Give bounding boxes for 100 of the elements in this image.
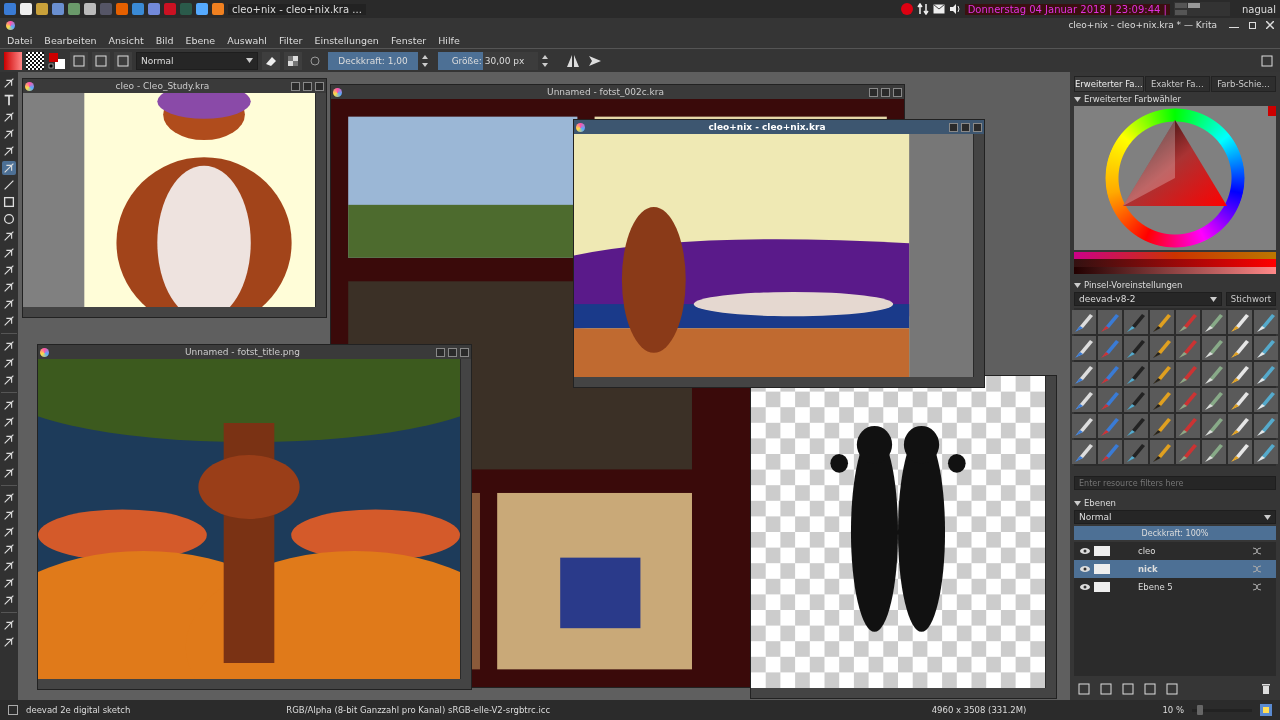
trash-icon[interactable] bbox=[1260, 683, 1272, 695]
menu-item[interactable]: Datei bbox=[3, 34, 37, 46]
tool-icon[interactable] bbox=[2, 466, 16, 480]
brush-preset-icon[interactable] bbox=[1254, 362, 1278, 386]
tool-icon[interactable] bbox=[2, 559, 16, 573]
horizontal-scrollbar[interactable] bbox=[38, 679, 471, 689]
tool-icon[interactable] bbox=[2, 398, 16, 412]
brush-preset-icon[interactable] bbox=[1254, 388, 1278, 412]
docker-tab[interactable]: Erweiterter Fa... bbox=[1074, 76, 1144, 92]
tool-icon[interactable] bbox=[2, 635, 16, 649]
vertical-scrollbar[interactable] bbox=[1045, 376, 1056, 688]
minimize-button[interactable] bbox=[949, 122, 958, 132]
brush-preset-icon[interactable] bbox=[1072, 440, 1096, 464]
tool-icon[interactable] bbox=[2, 508, 16, 522]
eye-icon[interactable] bbox=[1080, 565, 1090, 573]
brush-preset-icon[interactable] bbox=[1072, 388, 1096, 412]
tool-icon[interactable] bbox=[2, 93, 16, 107]
taskbar-app-icon[interactable] bbox=[196, 3, 208, 15]
maximize-button[interactable] bbox=[303, 81, 312, 91]
tool-icon[interactable] bbox=[2, 178, 16, 192]
canvas-thumbnail-icon[interactable] bbox=[1260, 704, 1272, 716]
taskbar-app-icon[interactable] bbox=[52, 3, 64, 15]
brush-preset-icon[interactable] bbox=[1124, 310, 1148, 334]
menu-item[interactable]: Ansicht bbox=[104, 34, 148, 46]
layer-opacity-slider[interactable]: Deckkraft: 100% bbox=[1074, 526, 1276, 540]
maximize-button[interactable] bbox=[961, 122, 970, 132]
brush-preset-icon[interactable] bbox=[1254, 414, 1278, 438]
caret-icon[interactable] bbox=[1074, 500, 1081, 506]
brush-preset-icon[interactable] bbox=[1202, 310, 1226, 334]
caret-icon[interactable] bbox=[1074, 96, 1081, 102]
tool-icon[interactable] bbox=[2, 356, 16, 370]
taskbar-app-icon[interactable] bbox=[148, 3, 160, 15]
minimize-button[interactable] bbox=[869, 87, 878, 97]
eye-icon[interactable] bbox=[1080, 547, 1090, 555]
brush-preset-icon[interactable] bbox=[1254, 310, 1278, 334]
brush-preset-icon[interactable] bbox=[1228, 440, 1252, 464]
checker-icon[interactable] bbox=[284, 51, 302, 70]
tool-icon[interactable] bbox=[2, 229, 16, 243]
brush-preset-icon[interactable] bbox=[1124, 336, 1148, 360]
window-title-bar[interactable]: cleo - Cleo_Study.kra bbox=[23, 79, 326, 93]
spin-arrows-icon[interactable] bbox=[422, 53, 428, 68]
tool-icon[interactable] bbox=[2, 144, 16, 158]
brush-preset-icon[interactable] bbox=[1150, 362, 1174, 386]
brush-preset-icon[interactable] bbox=[1202, 336, 1226, 360]
blend-mode-dropdown[interactable]: Normal bbox=[136, 51, 258, 70]
brush-preset-icon[interactable] bbox=[1072, 414, 1096, 438]
brush-preset-icon[interactable] bbox=[1150, 336, 1174, 360]
layer-row[interactable]: cleo bbox=[1074, 542, 1276, 560]
menu-item[interactable]: Auswahl bbox=[223, 34, 271, 46]
close-icon[interactable] bbox=[1266, 21, 1274, 29]
brush-preset-icon[interactable] bbox=[1072, 310, 1096, 334]
tool-icon[interactable] bbox=[2, 297, 16, 311]
brush-preset-icon[interactable] bbox=[1124, 362, 1148, 386]
caret-icon[interactable] bbox=[1264, 514, 1271, 520]
docker-tab[interactable]: Exakter Fa... bbox=[1144, 76, 1210, 92]
brush-icon[interactable] bbox=[2, 161, 16, 175]
brush-preset-icon[interactable] bbox=[1150, 388, 1174, 412]
tool-icon[interactable] bbox=[2, 373, 16, 387]
tool-icon[interactable] bbox=[2, 576, 16, 590]
brush-preset-icon[interactable] bbox=[1202, 414, 1226, 438]
close-button[interactable] bbox=[893, 87, 902, 97]
tool-icon[interactable] bbox=[2, 195, 16, 209]
brush-preset-icon[interactable] bbox=[1124, 414, 1148, 438]
preset-dropdown[interactable]: deevad-v8-2 bbox=[1074, 292, 1222, 306]
tool-icon[interactable] bbox=[2, 449, 16, 463]
horizontal-scrollbar[interactable] bbox=[751, 688, 1056, 698]
tool-icon[interactable] bbox=[2, 618, 16, 632]
eraser-icon[interactable] bbox=[262, 51, 280, 70]
taskbar-app-icon[interactable] bbox=[36, 3, 48, 15]
brush-preset-icon[interactable] bbox=[1228, 414, 1252, 438]
gradient-swatch[interactable] bbox=[4, 51, 22, 70]
brush-preset-icon[interactable] bbox=[1254, 440, 1278, 464]
maximize-button[interactable] bbox=[881, 87, 890, 97]
menu-item[interactable]: Fenster bbox=[386, 34, 431, 46]
menu-item[interactable]: Bearbeiten bbox=[40, 34, 101, 46]
pattern-swatch[interactable] bbox=[26, 51, 44, 70]
taskbar-app-icon[interactable] bbox=[68, 3, 80, 15]
tool-icon[interactable] bbox=[2, 542, 16, 556]
volume-icon[interactable] bbox=[948, 3, 961, 15]
window-title-bar[interactable]: Unnamed - fotst_002c.kra bbox=[331, 85, 904, 99]
tool-icon[interactable] bbox=[2, 212, 16, 226]
tool-icon[interactable] bbox=[2, 280, 16, 294]
horizontal-scrollbar[interactable] bbox=[23, 307, 326, 317]
tool-icon[interactable] bbox=[2, 491, 16, 505]
taskbar-app-icon[interactable] bbox=[20, 3, 32, 15]
zoom-slider-handle[interactable] bbox=[1196, 704, 1203, 715]
taskbar-app-icon[interactable] bbox=[132, 3, 144, 15]
tag-button[interactable]: Stichwort bbox=[1225, 292, 1276, 306]
close-button[interactable] bbox=[973, 122, 982, 132]
taskbar-app-icon[interactable] bbox=[212, 3, 224, 15]
tool-icon[interactable] bbox=[2, 314, 16, 328]
minimize-button[interactable] bbox=[291, 81, 300, 91]
menu-item[interactable]: Filter bbox=[274, 34, 307, 46]
brush-preset-icon[interactable] bbox=[1254, 336, 1278, 360]
color-swatches-icon[interactable] bbox=[48, 51, 66, 70]
layer-row[interactable]: Ebene 5 bbox=[1074, 578, 1276, 596]
brush-preset-icon[interactable] bbox=[1202, 362, 1226, 386]
brush-preset-icon[interactable] bbox=[1228, 310, 1252, 334]
brush-preset-icon[interactable] bbox=[1228, 336, 1252, 360]
vertical-scrollbar[interactable] bbox=[973, 134, 984, 377]
